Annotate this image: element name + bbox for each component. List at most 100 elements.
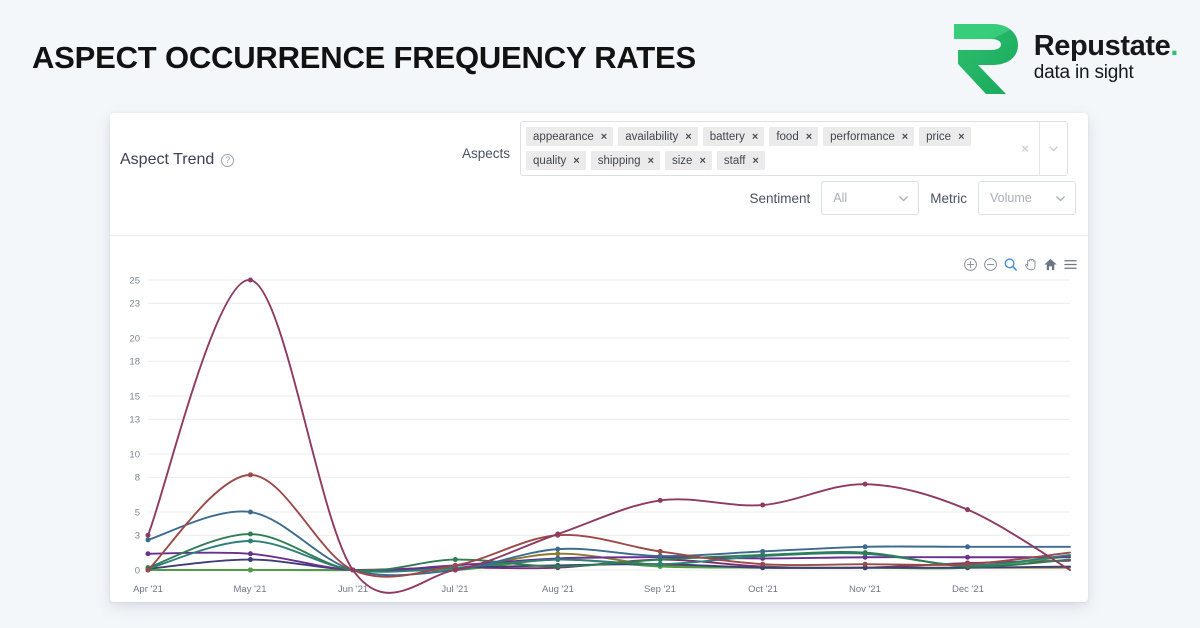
remove-tag-icon[interactable]: × [752,131,758,143]
aspect-tag-label: size [672,154,693,167]
aspect-tag-label: appearance [533,130,594,143]
series-point[interactable] [965,561,971,567]
series-point[interactable] [247,531,253,537]
logo-wordmark: Repustate. [1033,29,1179,62]
y-tick: 3 [135,531,140,542]
chart-series[interactable] [145,277,1071,594]
series-point[interactable] [760,548,766,554]
y-tick: 23 [129,299,140,310]
x-tick: Dec '21 [952,584,984,595]
aspect-tag[interactable]: price × [919,127,971,146]
series-point[interactable] [247,277,253,283]
chevron-down-icon [1056,195,1065,201]
chart-region: 25 23 20 18 15 13 10 8 5 3 0 Apr '21 May… [110,236,1088,602]
aspect-tag[interactable]: quality × [526,151,586,170]
series-point[interactable] [350,567,356,573]
x-tick: Jun '21 [338,584,368,595]
x-tick: Jul '21 [441,584,468,595]
series-point[interactable] [965,507,971,513]
remove-tag-icon[interactable]: × [958,131,964,143]
aspect-tag[interactable]: appearance × [526,127,614,146]
metric-label: Metric [930,190,967,206]
x-axis-tick-labels: Apr '21 May '21 Jun '21 Jul '21 Aug '21 … [133,584,984,595]
series-point[interactable] [452,557,458,563]
logo-tagline: data in sight [1033,62,1134,84]
zoom-in-icon[interactable] [963,257,978,272]
aspect-tag[interactable]: availability × [618,127,698,146]
aspect-trend-line-chart[interactable]: 25 23 20 18 15 13 10 8 5 3 0 Apr '21 May… [110,272,1088,602]
panel-title-group: Aspect Trend ? [120,151,235,169]
aspect-tag[interactable]: shipping × [590,151,660,170]
remove-tag-icon[interactable]: × [699,155,705,167]
series-point[interactable] [862,544,868,550]
aspect-tag-label: performance [830,130,895,143]
aspect-tag[interactable]: battery × [702,127,765,146]
series-point[interactable] [145,567,151,573]
remove-tag-icon[interactable]: × [601,131,607,143]
series-point[interactable] [247,538,253,544]
series-point[interactable] [247,567,253,573]
series-point[interactable] [862,481,868,487]
series-point[interactable] [760,502,766,508]
series-point[interactable] [247,557,253,563]
page-title: ASPECT OCCURRENCE FREQUENCY RATES [32,40,696,75]
series-point[interactable] [247,509,253,515]
metric-select[interactable]: Volume [978,181,1076,215]
chart-gridlines [148,279,1070,571]
chart-series-layer [145,277,1071,594]
series-point[interactable] [145,551,151,557]
series-point[interactable] [555,557,561,563]
card-header: Aspect Trend ? Aspects appearance × avail… [110,113,1088,236]
series-point[interactable] [555,546,561,552]
series-point[interactable] [965,554,971,560]
series-point[interactable] [657,497,663,503]
home-reset-icon[interactable] [1043,257,1058,272]
question-mark-circle-icon[interactable]: ? [221,153,235,167]
series-point[interactable] [452,567,458,573]
panning-hand-icon[interactable] [1023,257,1038,272]
series-point[interactable] [862,561,868,567]
panel-title: Aspect Trend [120,151,215,168]
chevron-down-icon [899,195,909,201]
series-point[interactable] [760,561,766,567]
series-point[interactable] [247,472,253,478]
hamburger-menu-icon[interactable] [1063,257,1078,272]
series-point[interactable] [862,550,868,556]
series-point[interactable] [657,553,663,559]
clear-all-icon[interactable]: × [1011,122,1039,175]
x-tick: Nov '21 [849,584,881,595]
series-point[interactable] [555,564,561,570]
screenshot-root: ASPECT OCCURRENCE FREQUENCY RATES Repust… [0,0,1200,628]
remove-tag-icon[interactable]: × [648,155,654,167]
zoom-out-icon[interactable] [983,257,998,272]
series-point[interactable] [555,551,561,557]
aspects-label: Aspects [462,146,511,161]
remove-tag-icon[interactable]: × [752,155,758,167]
sentiment-value: All [833,191,848,205]
series-point[interactable] [657,548,663,554]
y-axis-tick-labels: 25 23 20 18 15 13 10 8 5 3 0 [129,276,140,577]
remove-tag-icon[interactable]: × [902,131,908,143]
aspect-tag-list: appearance × availability × battery × food ×… [521,122,1011,175]
repustate-logo-mark [953,24,1018,94]
series-point[interactable] [657,561,663,567]
aspect-tag[interactable]: staff × [716,151,765,170]
x-tick: Sep '21 [644,584,676,595]
aspects-dropdown-toggle[interactable] [1039,122,1067,175]
remove-tag-icon[interactable]: × [685,131,691,143]
series-point[interactable] [555,531,561,537]
series-point[interactable] [145,537,151,543]
series-point[interactable] [145,532,151,538]
remove-tag-icon[interactable]: × [573,155,579,167]
aspects-multiselect[interactable]: appearance × availability × battery × food ×… [520,121,1069,176]
aspect-tag[interactable]: performance × [823,127,915,146]
series-point[interactable] [965,544,971,550]
aspect-tag[interactable]: food × [769,127,819,146]
series-point[interactable] [247,551,253,557]
remove-tag-icon[interactable]: × [806,131,812,143]
selection-zoom-icon[interactable] [1003,257,1018,272]
sentiment-select[interactable]: All [821,181,920,215]
filter-selectors: Sentiment All Metric Volume [749,181,1076,215]
aspect-tag[interactable]: size × [665,151,712,170]
series-point[interactable] [452,562,458,568]
